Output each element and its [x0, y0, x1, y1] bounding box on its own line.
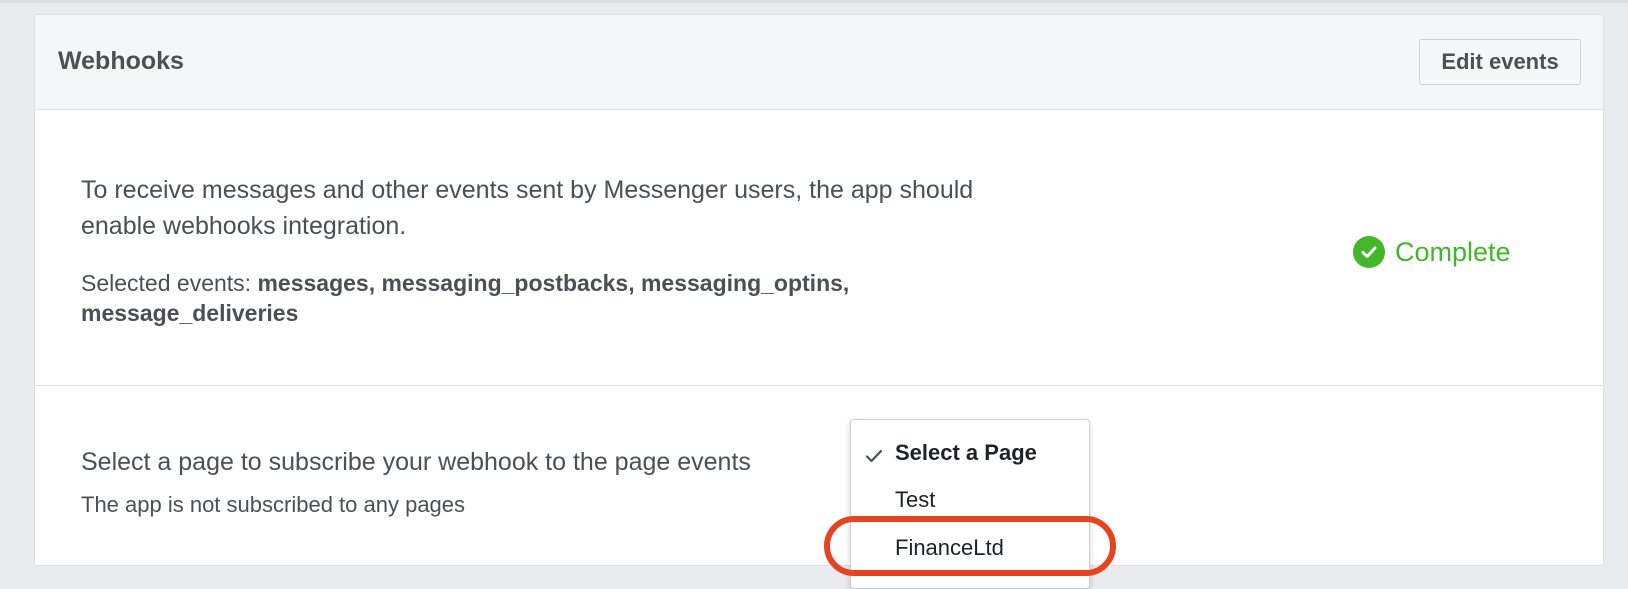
webhooks-setup-section: To receive messages and other events sen… [35, 110, 1603, 386]
card-title: Webhooks [58, 47, 184, 75]
dropdown-option-select-a-page[interactable]: Select a Page [851, 430, 1089, 474]
checkmark-icon [865, 444, 883, 470]
dropdown-option-label: Test [895, 487, 936, 512]
subscription-status: The app is not subscribed to any pages [81, 492, 466, 517]
selected-events: Selected events: messages, messaging_pos… [81, 268, 981, 328]
status-indicator: Complete [1353, 235, 1511, 269]
dropdown-option-test[interactable]: Test [851, 477, 1089, 521]
selected-events-label: Selected events: [81, 270, 252, 296]
webhooks-card: Webhooks Edit events To receive messages… [34, 14, 1604, 566]
card-header: Webhooks Edit events [35, 15, 1603, 110]
page-select-dropdown[interactable]: Select a Page Test FinanceLtd [850, 419, 1090, 589]
dropdown-option-label: Select a Page [895, 440, 1037, 465]
status-text: Complete [1395, 236, 1511, 267]
edit-events-button[interactable]: Edit events [1419, 39, 1581, 85]
dropdown-option-financeltd[interactable]: FinanceLtd [851, 525, 1089, 569]
page-subscription-prompt: Select a page to subscribe your webhook … [81, 448, 751, 476]
top-divider [0, 0, 1628, 3]
dropdown-option-label: FinanceLtd [895, 535, 1004, 560]
page-subscription-section: Select a page to subscribe your webhook … [35, 386, 1603, 565]
webhooks-description: To receive messages and other events sen… [81, 176, 974, 240]
check-circle-icon [1353, 236, 1385, 268]
